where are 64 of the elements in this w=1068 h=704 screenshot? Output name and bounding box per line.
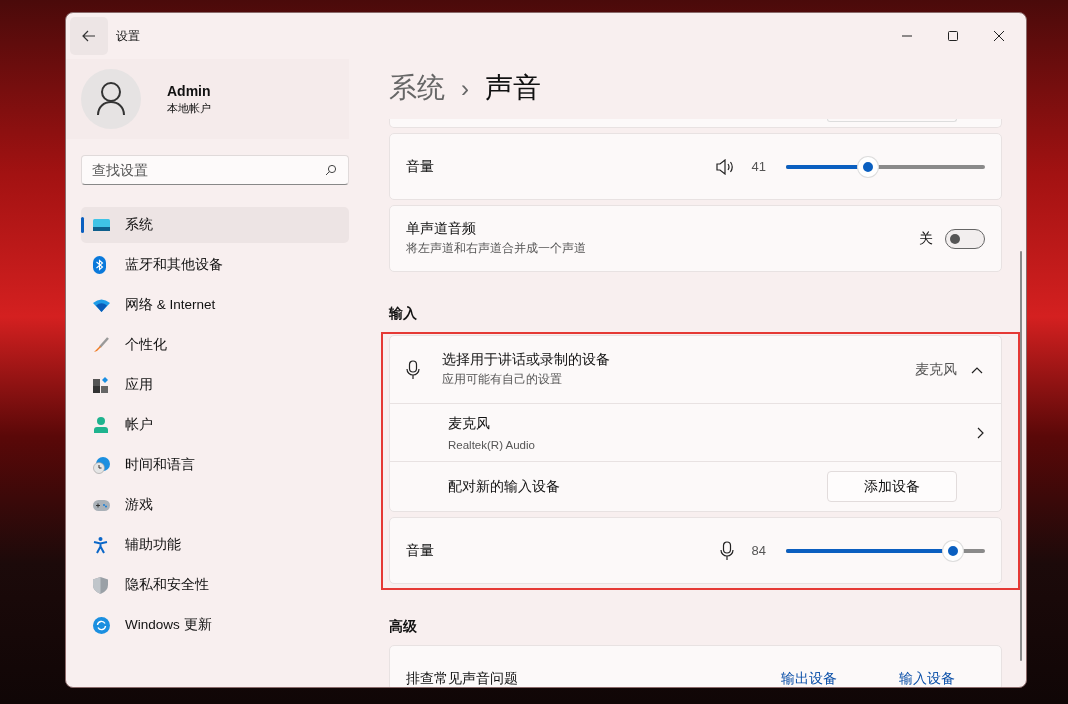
volume-reading: 41 [751, 159, 766, 174]
shield-icon [93, 576, 108, 594]
sync-icon [93, 616, 110, 634]
page-title: 声音 [485, 71, 541, 105]
nav-item[interactable]: Windows 更新 [81, 607, 349, 643]
nav-item[interactable]: 应用 [81, 367, 349, 403]
accessibility-icon [93, 536, 108, 554]
nav-item[interactable]: 时间和语言 [81, 447, 349, 483]
speaker-icon[interactable] [715, 158, 734, 175]
microphone-icon[interactable] [719, 540, 734, 561]
account-name: Admin [167, 82, 211, 99]
setting-label: 排查常见声音问题 [406, 670, 518, 687]
bluetooth-icon [93, 256, 106, 274]
setting-label: 配对新的输入设备 [448, 477, 560, 496]
back-arrow-icon [81, 28, 97, 44]
section-heading: 输入 [389, 305, 418, 323]
search-field[interactable]: 查找设置 [81, 155, 349, 185]
toggle-state: 关 [919, 229, 933, 248]
nav-item[interactable]: 系统 [81, 207, 349, 243]
volume-reading: 84 [751, 543, 766, 558]
chevron-right-icon [977, 426, 985, 439]
maximize-icon[interactable] [947, 30, 959, 42]
person-icon [93, 417, 109, 433]
globe-clock-icon [93, 456, 110, 474]
breadcrumb-separator: › [461, 75, 469, 103]
setting-description: 应用可能有自己的设置 [442, 371, 563, 388]
setting-description: 将左声道和右声道合并成一个声道 [406, 240, 586, 257]
back-button[interactable] [70, 17, 108, 55]
avatar-icon [81, 69, 141, 129]
wifi-icon [93, 298, 110, 312]
account-card[interactable]: Admin 本地帐户 [66, 59, 349, 139]
setting-label: 音量 [406, 541, 434, 560]
nav-item[interactable]: 蓝牙和其他设备 [81, 247, 349, 283]
device-name: 麦克风 [448, 414, 491, 433]
add-device-button[interactable]: 添加设备 [827, 471, 957, 502]
microphone-icon [406, 359, 420, 380]
breadcrumb-parent[interactable]: 系统 [389, 69, 445, 107]
account-type: 本地帐户 [167, 100, 211, 116]
window-title: 设置 [116, 27, 140, 45]
nav-item[interactable]: 游戏 [81, 487, 349, 523]
troubleshoot-link[interactable]: 输入设备 [899, 670, 955, 687]
selected-device: 麦克风 [915, 360, 957, 379]
setting-label: 单声道音频 [406, 220, 477, 238]
troubleshoot-link[interactable]: 输出设备 [781, 670, 837, 687]
nav-item[interactable]: 个性化 [81, 327, 349, 363]
apps-icon [93, 377, 109, 393]
device-detail: Realtek(R) Audio [448, 438, 535, 451]
monitor-icon [93, 218, 110, 232]
setting-label: 音量 [406, 157, 434, 176]
paintbrush-icon [93, 337, 109, 353]
slider-thumb[interactable] [943, 540, 964, 561]
device-picker-row[interactable]: 选择用于讲话或录制的设备 应用可能有自己的设置 麦克风 [390, 336, 1001, 403]
search-icon [325, 164, 337, 176]
toggle-switch[interactable] [945, 228, 985, 249]
gamepad-icon [93, 499, 110, 511]
close-icon[interactable] [993, 30, 1005, 42]
nav-item[interactable]: 网络 & Internet [81, 287, 349, 323]
nav-item[interactable]: 隐私和安全性 [81, 567, 349, 603]
nav-item[interactable]: 帐户 [81, 407, 349, 443]
section-heading: 高级 [389, 618, 418, 636]
device-row[interactable]: 麦克风 Realtek(R) Audio [390, 403, 1001, 461]
setting-label: 选择用于讲话或录制的设备 [442, 351, 610, 369]
slider-thumb[interactable] [857, 156, 878, 177]
nav-item[interactable]: 辅助功能 [81, 527, 349, 563]
